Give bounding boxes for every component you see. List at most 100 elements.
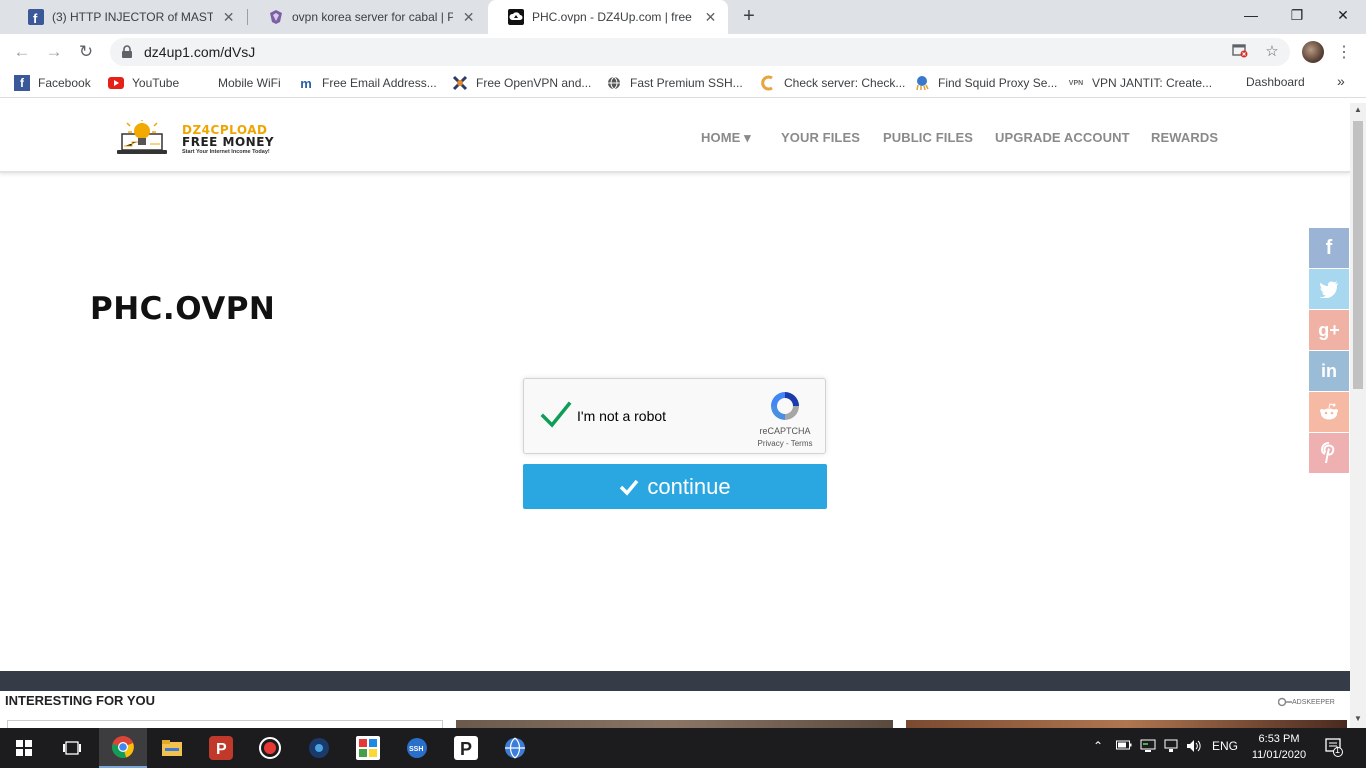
clock-date: 11/01/2020: [1251, 749, 1307, 761]
tab-close-icon[interactable]: ✕: [461, 9, 476, 26]
new-tab-button[interactable]: +: [738, 6, 760, 28]
nav-your-files[interactable]: YOUR FILES: [781, 130, 860, 145]
restore-button[interactable]: ❐: [1274, 0, 1320, 30]
cloud-upload-icon: [508, 9, 524, 25]
tab-label: PHC.ovpn - DZ4Up.com | free file: [532, 10, 696, 24]
taskbar-clock[interactable]: 6:53 PM 11/01/2020: [1248, 731, 1310, 763]
reload-icon[interactable]: ↻: [74, 40, 98, 64]
bookmark-label: YouTube: [132, 76, 180, 90]
ad-card[interactable]: [7, 720, 443, 728]
scroll-up-icon[interactable]: ▲: [1350, 103, 1366, 117]
nav-home[interactable]: HOME ▾: [701, 130, 751, 146]
scrollbar-thumb[interactable]: [1353, 121, 1363, 389]
minimize-button[interactable]: —: [1228, 0, 1274, 30]
adskeeper-badge[interactable]: ADSKEEPER: [1278, 696, 1335, 708]
vpn-shield-icon: [268, 9, 284, 25]
linkedin-share-icon[interactable]: in: [1309, 351, 1349, 391]
volume-icon[interactable]: [1186, 739, 1204, 756]
windows-start-icon[interactable]: [0, 728, 48, 768]
recaptcha-checkmark-icon[interactable]: [540, 399, 572, 431]
record-icon[interactable]: [246, 728, 294, 768]
bookmark-star-icon[interactable]: ☆: [1262, 42, 1282, 62]
bookmark-check-server[interactable]: Check server: Check...: [760, 75, 905, 91]
blank-icon: [194, 75, 210, 91]
psiphon-icon[interactable]: P: [197, 728, 245, 768]
app-grid-icon[interactable]: [344, 728, 392, 768]
bookmark-label: Fast Premium SSH...: [630, 76, 743, 90]
check-icon: [620, 479, 639, 496]
nav-public-files[interactable]: PUBLIC FILES: [883, 130, 973, 145]
tray-chevron-icon[interactable]: ⌃: [1093, 739, 1103, 753]
window-close-button[interactable]: ✕: [1320, 0, 1366, 30]
windows-taskbar: P SSH P ⌃ ENG 6:53 PM 11/01/2020 1: [0, 728, 1366, 768]
tab-close-icon[interactable]: ✕: [703, 9, 718, 26]
tab-ovpn-korea[interactable]: ovpn korea server for cabal | Pinte ✕: [248, 0, 486, 34]
vpn-app-icon[interactable]: [295, 728, 343, 768]
globe-icon: [606, 75, 622, 91]
bookmark-find-squid-proxy[interactable]: Find Squid Proxy Se...: [914, 75, 1057, 91]
continue-button[interactable]: continue: [523, 464, 827, 509]
bookmark-facebook[interactable]: f Facebook: [14, 75, 91, 91]
bookmark-free-openvpn[interactable]: Free OpenVPN and...: [452, 75, 591, 91]
nav-rewards[interactable]: REWARDS: [1151, 130, 1218, 145]
ad-card-image[interactable]: [906, 720, 1347, 728]
recaptcha-label: I'm not a robot: [577, 408, 667, 424]
facebook-share-icon[interactable]: f: [1309, 228, 1349, 268]
key-icon: [1278, 697, 1292, 707]
network-monitor-icon[interactable]: [1140, 739, 1156, 756]
bookmark-mobile-wifi[interactable]: Mobile WiFi: [194, 75, 281, 91]
battery-icon[interactable]: [1116, 739, 1132, 754]
nav-upgrade-account[interactable]: UPGRADE ACCOUNT: [995, 130, 1130, 145]
facebook-icon: f: [28, 9, 44, 25]
facebook-icon: f: [14, 75, 30, 91]
ssh-app-icon[interactable]: SSH: [393, 728, 441, 768]
check-server-icon: [760, 75, 776, 91]
profile-avatar[interactable]: [1302, 41, 1324, 63]
logo-tagline: Start Your Internet Income Today!: [182, 149, 270, 155]
bookmark-vpn-jantit[interactable]: VPN VPN JANTIT: Create...: [1068, 75, 1212, 91]
bookmark-youtube[interactable]: YouTube: [108, 75, 179, 91]
task-view-icon[interactable]: [48, 728, 96, 768]
forward-arrow-icon[interactable]: →: [42, 40, 66, 64]
scroll-down-icon[interactable]: ▼: [1350, 712, 1366, 726]
googleplus-share-icon[interactable]: g+: [1309, 310, 1349, 350]
language-indicator[interactable]: ENG: [1212, 739, 1238, 753]
pinterest-share-icon[interactable]: [1309, 433, 1349, 473]
bookmark-label: Facebook: [38, 76, 91, 90]
svg-text:P: P: [460, 739, 472, 759]
tab-close-icon[interactable]: ✕: [221, 9, 236, 26]
notifications-icon[interactable]: [1324, 737, 1344, 760]
back-arrow-icon[interactable]: ←: [10, 40, 34, 64]
popup-blocked-icon[interactable]: [1230, 42, 1250, 62]
twitter-share-icon[interactable]: [1309, 269, 1349, 309]
bookmark-fast-premium-ssh[interactable]: Fast Premium SSH...: [606, 75, 743, 91]
bookmark-dashboard[interactable]: Dashboard: [1246, 75, 1305, 89]
svg-text:f: f: [33, 11, 38, 25]
reddit-share-icon[interactable]: [1309, 392, 1349, 432]
globe-app-icon[interactable]: [491, 728, 539, 768]
file-explorer-icon[interactable]: [148, 728, 196, 768]
ad-card-image[interactable]: [456, 720, 893, 728]
continue-label: continue: [647, 473, 731, 499]
bookmarks-bar: f Facebook YouTube Mobile WiFi m Free Em…: [0, 70, 1366, 98]
chrome-taskbar-icon[interactable]: [99, 728, 147, 768]
network-icon[interactable]: [1164, 739, 1180, 756]
tab-strip: f (3) HTTP INJECTOR of MASTER'S ✕ ovpn k…: [0, 0, 1366, 34]
address-bar[interactable]: dz4up1.com/dVsJ: [110, 38, 1290, 66]
interesting-section: INTERESTING FOR YOU ADSKEEPER: [0, 691, 1350, 728]
bookmarks-overflow-chevron[interactable]: »: [1337, 73, 1345, 89]
clock-time: 6:53 PM: [1258, 733, 1300, 745]
tab-http-injector[interactable]: f (3) HTTP INJECTOR of MASTER'S ✕: [8, 0, 246, 34]
bookmark-label: Mobile WiFi: [218, 76, 281, 90]
lightbulb-laptop-icon: [117, 120, 167, 154]
site-logo[interactable]: DZ4CPLOAD FREE MONEY Start Your Internet…: [116, 120, 302, 158]
recaptcha-privacy-terms-link[interactable]: Privacy - Terms: [754, 439, 816, 448]
pname-app-icon[interactable]: P: [442, 728, 490, 768]
bookmark-free-email[interactable]: m Free Email Address...: [298, 75, 437, 91]
svg-text:P: P: [216, 741, 227, 758]
tab-phc-ovpn[interactable]: PHC.ovpn - DZ4Up.com | free file ✕: [488, 0, 728, 34]
page-scrollbar[interactable]: ▲ ▼: [1350, 103, 1366, 728]
tab-label: (3) HTTP INJECTOR of MASTER'S: [52, 10, 214, 24]
menu-dots-icon[interactable]: ⋮: [1336, 42, 1352, 62]
browser-toolbar: ← → ↻ dz4up1.com/dVsJ ☆ ⋮: [0, 34, 1366, 70]
